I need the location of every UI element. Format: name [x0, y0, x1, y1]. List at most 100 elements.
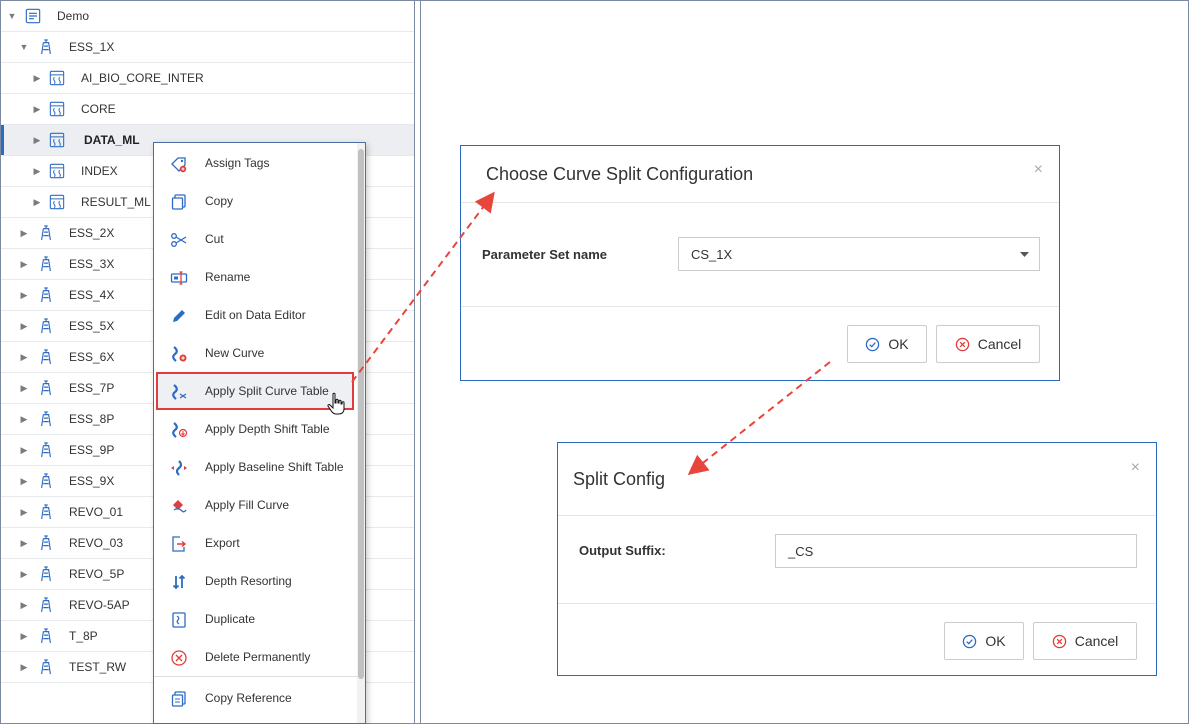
caret-right-icon[interactable]: ▶	[19, 476, 29, 486]
tree-row-label: Demo	[57, 9, 90, 23]
caret-right-icon[interactable]: ▶	[19, 290, 29, 300]
menu-item-apply-baseline-shift-table[interactable]: Apply Baseline Shift Table	[154, 448, 358, 486]
menu-item-label: Copy	[205, 194, 234, 208]
caret-right-icon[interactable]: ▶	[19, 662, 29, 672]
project-icon	[25, 8, 41, 26]
caret-right-icon[interactable]: ▶	[19, 228, 29, 238]
caret-right-icon[interactable]: ▶	[19, 631, 29, 641]
dialog-divider	[461, 306, 1059, 307]
well-icon	[39, 566, 55, 584]
fill-curve-icon	[170, 497, 188, 515]
well-icon	[39, 504, 55, 522]
hand-cursor-icon	[327, 392, 345, 415]
caret-right-icon[interactable]: ▶	[32, 166, 42, 176]
tree-row-label: CORE	[81, 102, 116, 116]
cancel-button[interactable]: Cancel	[936, 325, 1040, 363]
menu-item-label: Cut	[205, 232, 224, 246]
menu-item-apply-fill-curve[interactable]: Apply Fill Curve	[154, 486, 358, 524]
panel-divider[interactable]	[420, 0, 421, 724]
check-circle-icon	[866, 337, 880, 351]
well-icon	[39, 349, 55, 367]
cancel-button[interactable]: Cancel	[1033, 622, 1137, 660]
well-icon	[39, 442, 55, 460]
tree-row-label: ESS_5X	[69, 319, 115, 333]
copy-reference-icon	[170, 690, 188, 708]
tree-row-label: ESS_3X	[69, 257, 115, 271]
pencil-icon	[170, 307, 188, 325]
caret-right-icon[interactable]: ▶	[19, 445, 29, 455]
selection-indicator	[1, 125, 4, 155]
parameter-set-value: CS_1X	[691, 246, 733, 262]
caret-right-icon[interactable]: ▶	[19, 352, 29, 362]
cancel-label: Cancel	[1074, 633, 1119, 649]
new-curve-icon	[170, 345, 188, 363]
menu-item-label: Depth Resorting	[205, 574, 292, 588]
tree-row-label: TEST_RW	[69, 660, 127, 674]
menu-item-export[interactable]: Export	[154, 524, 358, 562]
caret-right-icon[interactable]: ▶	[19, 414, 29, 424]
close-icon[interactable]: ×	[1034, 161, 1043, 179]
tree-root-demo[interactable]: ▼ Demo	[1, 1, 414, 32]
caret-right-icon[interactable]: ▶	[19, 538, 29, 548]
dataset-icon	[49, 132, 65, 150]
menu-item-copy[interactable]: Copy	[154, 182, 358, 220]
caret-right-icon[interactable]: ▶	[19, 383, 29, 393]
caret-right-icon[interactable]: ▶	[32, 73, 42, 83]
menu-item-new-curve[interactable]: New Curve	[154, 334, 358, 372]
menu-item-rename[interactable]: Rename	[154, 258, 358, 296]
dialog-title: Choose Curve Split Configuration	[486, 164, 754, 184]
menu-item-copy-reference[interactable]: Copy Reference	[154, 679, 358, 717]
caret-right-icon[interactable]: ▶	[32, 135, 42, 145]
tree-row-label: RESULT_ML	[81, 195, 151, 209]
menu-item-delete-permanently[interactable]: Delete Permanently	[154, 638, 358, 676]
menu-item-cut[interactable]: Cut	[154, 220, 358, 258]
caret-right-icon[interactable]: ▶	[19, 600, 29, 610]
caret-right-icon[interactable]: ▶	[32, 104, 42, 114]
scissors-icon	[170, 231, 188, 249]
menu-separator	[154, 676, 358, 677]
caret-right-icon[interactable]: ▶	[32, 197, 42, 207]
ok-button[interactable]: OK	[847, 325, 927, 363]
caret-right-icon[interactable]: ▶	[19, 259, 29, 269]
menu-item-label: Apply Baseline Shift Table	[205, 460, 344, 474]
menu-item-duplicate[interactable]: Duplicate	[154, 600, 358, 638]
ok-label: OK	[985, 633, 1006, 649]
caret-right-icon[interactable]: ▶	[19, 321, 29, 331]
well-icon	[39, 628, 55, 646]
tree-row-label: REVO_03	[69, 536, 124, 550]
dialog-title: Split Config	[573, 469, 666, 489]
tree-row-label: ESS_1X	[69, 40, 115, 54]
cancel-label: Cancel	[977, 336, 1022, 352]
tree-row-label: T_8P	[69, 629, 98, 643]
caret-down-icon[interactable]: ▼	[7, 11, 17, 21]
choose-curve-split-configuration-dialog: Choose Curve Split Configuration × Param…	[460, 145, 1060, 381]
tree-dataset-row[interactable]: ▶ AI_BIO_CORE_INTER	[1, 63, 414, 94]
tree-row-label: ESS_6X	[69, 350, 115, 364]
caret-down-icon[interactable]: ▼	[19, 42, 29, 52]
ok-button[interactable]: OK	[944, 622, 1024, 660]
output-suffix-input[interactable]: _CS	[775, 534, 1137, 568]
caret-right-icon[interactable]: ▶	[19, 569, 29, 579]
context-menu: Assign Tags Copy Cut Rename Edit on Data Edi…	[153, 142, 366, 724]
close-icon[interactable]: ×	[1131, 459, 1140, 477]
menu-item-label: Delete Permanently	[205, 650, 311, 664]
menu-item-depth-resorting[interactable]: Depth Resorting	[154, 562, 358, 600]
caret-right-icon[interactable]: ▶	[19, 507, 29, 517]
menu-item-edit-on-data-editor[interactable]: Edit on Data Editor	[154, 296, 358, 334]
tree-well-row[interactable]: ▼ ESS_1X	[1, 32, 414, 63]
delete-icon	[170, 649, 188, 667]
menu-item-label: Export	[205, 536, 240, 550]
split-curve-icon	[170, 383, 188, 401]
menu-item-assign-tags[interactable]: Assign Tags	[154, 144, 358, 182]
parameter-set-label: Parameter Set name	[482, 247, 608, 262]
menu-item-apply-split-curve-table[interactable]: Apply Split Curve Table	[156, 372, 354, 410]
tree-row-label: REVO_5P	[69, 567, 125, 581]
parameter-set-select[interactable]: CS_1X	[678, 237, 1040, 271]
scrollbar-thumb[interactable]	[358, 149, 364, 679]
tree-dataset-row[interactable]: ▶ CORE	[1, 94, 414, 125]
tree-row-label: ESS_8P	[69, 412, 115, 426]
menu-item-label: Assign Tags	[205, 156, 270, 170]
menu-item-label: New Curve	[205, 346, 265, 360]
context-menu-scrollbar[interactable]	[357, 143, 365, 723]
well-icon	[39, 39, 55, 57]
